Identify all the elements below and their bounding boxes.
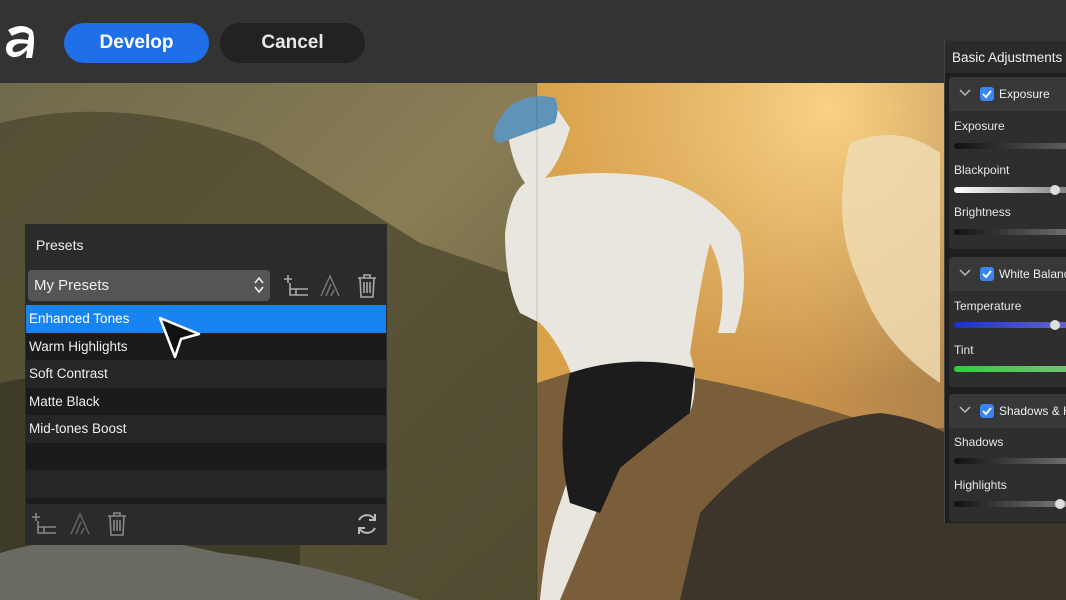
exposure-section: Exposure Exposure Blackpoint Brightness (949, 77, 1066, 249)
shadows-highlights-enable-checkbox[interactable] (980, 404, 994, 418)
presets-footer (26, 504, 386, 544)
exposure-section-label: Exposure (999, 87, 1050, 101)
preset-empty-row (26, 442, 386, 470)
preset-group-select[interactable]: My Presets (28, 270, 270, 301)
chevron-down-icon[interactable] (959, 406, 971, 414)
white-balance-section: White Balance Temperature Tint (949, 257, 1066, 387)
shadows-highlights-section: Shadows & Highlights Shadows Highlights (949, 394, 1066, 522)
develop-button[interactable]: Develop (64, 23, 209, 63)
presets-panel: Presets My Presets Enhanced Tones Warm H… (25, 224, 387, 545)
blackpoint-slider-knob[interactable] (1050, 185, 1060, 195)
preset-item-soft-contrast[interactable]: Soft Contrast (26, 360, 386, 388)
chevron-down-icon[interactable] (959, 89, 971, 97)
preset-list: Enhanced Tones Warm Highlights Soft Cont… (26, 305, 386, 498)
preset-empty-row (26, 470, 386, 498)
delete-preset-icon[interactable] (354, 273, 380, 299)
basic-adjustments-panel: Basic Adjustments Exposure Exposure Blac… (944, 41, 1066, 523)
shadows-highlights-section-header[interactable]: Shadows & Highlights (949, 394, 1066, 428)
checkmark-icon (982, 90, 992, 99)
delete-preset-icon[interactable] (104, 511, 130, 537)
top-toolbar: Develop Cancel (0, 0, 1066, 83)
preset-item-matte-black[interactable]: Matte Black (26, 387, 386, 415)
brightness-slider[interactable] (954, 229, 1066, 235)
refresh-icon[interactable] (354, 511, 380, 537)
tint-slider[interactable] (954, 366, 1066, 372)
temperature-label: Temperature (954, 299, 1022, 313)
up-down-arrows-icon (254, 276, 264, 294)
white-balance-enable-checkbox[interactable] (980, 267, 994, 281)
exposure-slider[interactable] (954, 143, 1066, 149)
add-preset-icon[interactable] (284, 273, 310, 299)
highlights-slider[interactable] (954, 499, 1066, 509)
preset-group-label: My Presets (34, 277, 110, 294)
shadows-label: Shadows (954, 435, 1004, 449)
preset-item-warm-highlights[interactable]: Warm Highlights (26, 332, 386, 360)
white-balance-section-label: White Balance (999, 267, 1066, 281)
presets-title: Presets (26, 225, 386, 265)
highlights-slider-knob[interactable] (1055, 499, 1065, 509)
temperature-slider-knob[interactable] (1050, 320, 1060, 330)
checkmark-icon (982, 270, 992, 279)
cancel-button[interactable]: Cancel (220, 23, 365, 63)
blackpoint-label: Blackpoint (954, 163, 1010, 177)
shadows-slider[interactable] (954, 458, 1066, 464)
exposure-enable-checkbox[interactable] (980, 87, 994, 101)
white-balance-section-header[interactable]: White Balance (949, 257, 1066, 291)
blackpoint-slider[interactable] (954, 185, 1066, 195)
chevron-down-icon[interactable] (959, 269, 971, 277)
edit-preset-icon[interactable] (68, 511, 94, 537)
shadows-highlights-section-label: Shadows & Highlights (999, 404, 1066, 418)
add-preset-icon[interactable] (32, 511, 58, 537)
brightness-label: Brightness (954, 205, 1011, 219)
edit-preset-icon[interactable] (318, 273, 344, 299)
exposure-label: Exposure (954, 119, 1005, 133)
preset-item-enhanced-tones[interactable]: Enhanced Tones (26, 305, 386, 333)
checkmark-icon (982, 407, 992, 416)
temperature-slider[interactable] (954, 320, 1066, 330)
mouse-cursor-icon (158, 316, 201, 359)
adjustments-title: Basic Adjustments (945, 41, 1066, 73)
preset-item-mid-tones-boost[interactable]: Mid-tones Boost (26, 415, 386, 443)
exposure-section-header[interactable]: Exposure (949, 77, 1066, 111)
app-logo-icon (6, 26, 34, 58)
highlights-label: Highlights (954, 478, 1007, 492)
tint-label: Tint (954, 343, 974, 357)
